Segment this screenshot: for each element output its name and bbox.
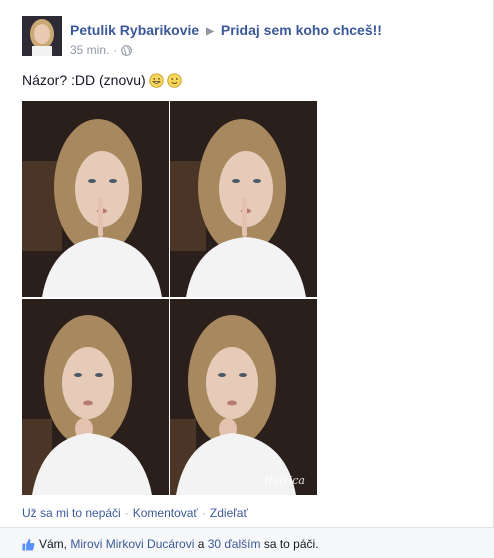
author-avatar[interactable] bbox=[22, 16, 62, 56]
author-name-link[interactable]: Petulik Rybarikovie bbox=[70, 22, 199, 38]
likes-summary: Vám, Mirovi Mirkovi Ducárovi a 30 ďalším… bbox=[22, 537, 319, 554]
likes-summary-bar: Vám, Mirovi Mirkovi Ducárovi a 30 ďalším… bbox=[0, 527, 494, 558]
post-meta: 35 min. · bbox=[70, 43, 133, 59]
post-timestamp[interactable]: 35 min. bbox=[70, 43, 109, 57]
photo-collage[interactable]: Retrica bbox=[22, 101, 317, 495]
photo-bottom-left[interactable] bbox=[22, 299, 169, 495]
post-card: Petulik Rybarikovie ▶ Pridaj sem koho chce… bbox=[0, 0, 494, 558]
thumbs-up-icon bbox=[22, 538, 35, 554]
grinning-emoji-icon bbox=[149, 73, 164, 91]
action-separator: · bbox=[201, 506, 206, 520]
photo-bottom-right[interactable]: Retrica bbox=[170, 299, 317, 495]
meta-separator: · bbox=[113, 43, 118, 57]
comment-link[interactable]: Komentovať bbox=[133, 506, 198, 520]
likes-and: a bbox=[197, 537, 205, 551]
likes-you: Vám, bbox=[39, 537, 68, 551]
unlike-link[interactable]: Už sa mi to nepáči bbox=[22, 506, 121, 520]
post-text: Názor? :DD (znovu) bbox=[22, 72, 146, 88]
smiling-emoji-icon bbox=[167, 73, 182, 91]
globe-icon[interactable] bbox=[121, 45, 133, 59]
other-likers-link[interactable]: 30 ďalším bbox=[208, 537, 261, 551]
post-header: Petulik Rybarikovie ▶ Pridaj sem koho chce… bbox=[70, 22, 382, 38]
action-separator: · bbox=[124, 506, 129, 520]
likes-suffix: sa to páči. bbox=[263, 537, 319, 551]
post-actions: Už sa mi to nepáči · Komentovať · Zdieľať bbox=[22, 506, 248, 520]
retrica-watermark: Retrica bbox=[264, 474, 305, 487]
group-name-link[interactable]: Pridaj sem koho chceš!! bbox=[221, 22, 382, 38]
photo-top-right[interactable] bbox=[170, 101, 317, 297]
photo-top-left[interactable] bbox=[22, 101, 169, 297]
post-message: Názor? :DD (znovu) bbox=[22, 72, 182, 91]
share-link[interactable]: Zdieľať bbox=[210, 506, 248, 520]
right-triangle-icon: ▶ bbox=[206, 26, 214, 37]
liker-name-link[interactable]: Mirovi Mirkovi Ducárovi bbox=[70, 537, 194, 551]
